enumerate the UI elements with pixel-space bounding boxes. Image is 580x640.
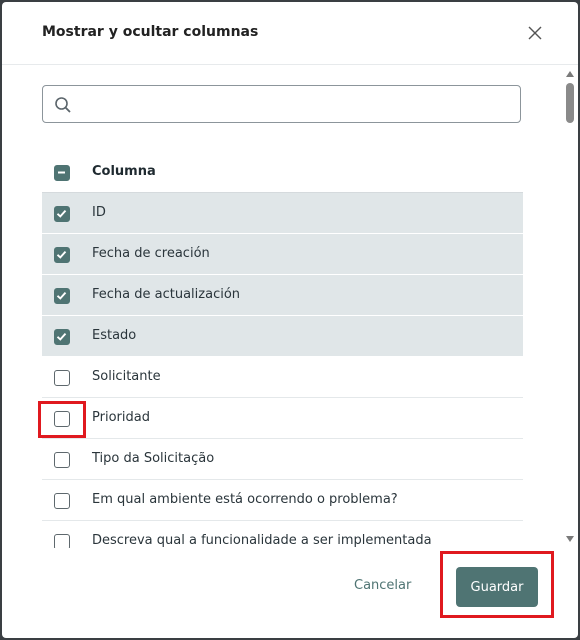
column-row[interactable]: Descreva qual a funcionalidade a ser imp… xyxy=(42,521,523,548)
column-row[interactable]: Em qual ambiente está ocorrendo o proble… xyxy=(42,480,523,521)
column-label: Tipo da Solicitação xyxy=(92,451,215,466)
column-checkbox[interactable] xyxy=(54,493,70,509)
dialog-header: Mostrar y ocultar columnas xyxy=(2,2,578,65)
column-row[interactable]: Prioridad xyxy=(42,398,523,439)
column-checkbox[interactable] xyxy=(54,411,70,427)
column-label: Descreva qual a funcionalidade a ser imp… xyxy=(92,533,432,548)
dialog-footer: Cancelar Guardar xyxy=(2,548,578,638)
column-label: Em qual ambiente está ocorrendo o proble… xyxy=(92,492,398,507)
column-visibility-dialog: Mostrar y ocultar columnas Columna ID Fe… xyxy=(2,2,578,638)
close-icon[interactable] xyxy=(526,24,544,42)
column-row[interactable]: ID xyxy=(42,193,523,234)
scroll-down-icon[interactable] xyxy=(566,536,574,542)
save-button[interactable]: Guardar xyxy=(456,567,538,607)
scroll-up-icon[interactable] xyxy=(566,71,574,77)
column-label: ID xyxy=(92,205,106,220)
column-checkbox[interactable] xyxy=(54,206,70,222)
column-list-header: Columna xyxy=(42,152,523,193)
column-row[interactable]: Estado xyxy=(42,316,523,357)
dialog-title: Mostrar y ocultar columnas xyxy=(42,24,259,40)
scrollbar[interactable] xyxy=(562,65,578,548)
column-label: Fecha de actualización xyxy=(92,287,241,302)
column-list: Columna ID Fecha de creación Fecha de actu… xyxy=(42,152,523,548)
column-label: Solicitante xyxy=(92,369,161,384)
column-label: Estado xyxy=(92,328,137,343)
column-label: Prioridad xyxy=(92,410,150,425)
column-label: Fecha de creación xyxy=(92,246,210,261)
dialog-body: Columna ID Fecha de creación Fecha de actu… xyxy=(2,65,578,548)
column-row[interactable]: Tipo da Solicitação xyxy=(42,439,523,480)
scrollbar-thumb[interactable] xyxy=(566,83,574,123)
column-checkbox[interactable] xyxy=(54,534,70,548)
select-all-checkbox[interactable] xyxy=(54,165,70,181)
column-row[interactable]: Fecha de creación xyxy=(42,234,523,275)
column-checkbox[interactable] xyxy=(54,452,70,468)
search-box[interactable] xyxy=(42,85,521,124)
search-input[interactable] xyxy=(79,86,513,124)
column-checkbox[interactable] xyxy=(54,329,70,345)
column-header-label: Columna xyxy=(92,164,156,179)
column-checkbox[interactable] xyxy=(54,370,70,386)
search-icon xyxy=(54,96,72,114)
cancel-button[interactable]: Cancelar xyxy=(354,578,411,593)
column-checkbox[interactable] xyxy=(54,247,70,263)
column-checkbox[interactable] xyxy=(54,288,70,304)
column-row[interactable]: Solicitante xyxy=(42,357,523,398)
column-row[interactable]: Fecha de actualización xyxy=(42,275,523,316)
